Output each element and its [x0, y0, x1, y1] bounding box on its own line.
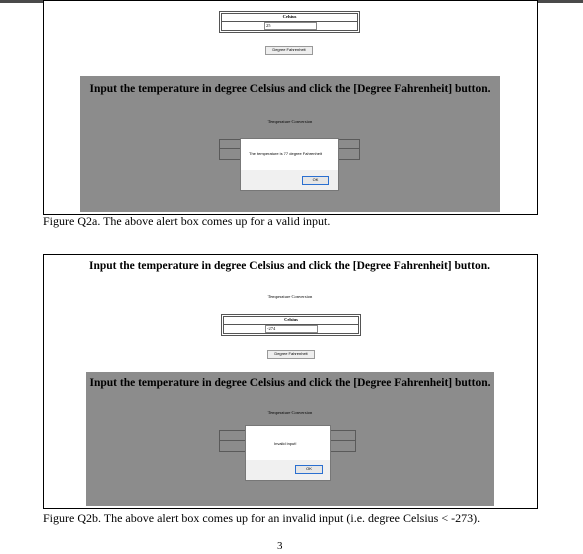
- figure-b-subtitle: Temperature Conversion: [267, 294, 313, 299]
- figure-a-instruction: Input the temperature in degree Celsius …: [89, 83, 491, 95]
- figure-a-caption: Figure Q2a. The above alert box comes up…: [43, 214, 331, 228]
- figure-b-instruction: Input the temperature in degree Celsius …: [89, 260, 490, 272]
- figure-a-alert-message: The temperature is 77 degree Fahrenheit: [249, 151, 322, 156]
- figure-b-celsius-input[interactable]: -274: [265, 325, 318, 333]
- figure-b-overlay-instruction: Input the temperature in degree Celsius …: [89, 377, 491, 389]
- figure-a-celsius-label: Celsius: [282, 14, 297, 19]
- figure-a-subtitle: Temperature Conversion: [267, 119, 313, 124]
- figure-a-fahrenheit-button[interactable]: Degree Fahrenheit: [265, 46, 313, 55]
- figure-b-ok-button[interactable]: OK: [295, 465, 323, 474]
- figure-b-alert-dialog: Invalid input! OK: [245, 425, 331, 481]
- figure-b-caption: Figure Q2b. The above alert box comes up…: [43, 511, 481, 525]
- figure-b-input-cell: -274: [223, 324, 359, 334]
- figure-a-celsius-input[interactable]: 25: [264, 22, 317, 30]
- figure-a-ok-button[interactable]: OK: [302, 176, 329, 185]
- figure-a-celsius-table: Celsius 25: [219, 11, 360, 33]
- figure-b-celsius-label: Celsius: [284, 317, 298, 322]
- figure-b-fahrenheit-button[interactable]: Degree Fahrenheit: [267, 350, 315, 359]
- figure-b-overlay-subtitle: Temperature Conversion: [267, 410, 313, 415]
- figure-b-alert-message: Invalid input!: [274, 441, 297, 446]
- figure-b-celsius-table: Celsius -274: [221, 314, 361, 336]
- page-number: 3: [277, 540, 283, 552]
- figure-a-alert-dialog: The temperature is 77 degree Fahrenheit …: [240, 138, 339, 191]
- figure-a-input-cell: 25: [221, 21, 358, 31]
